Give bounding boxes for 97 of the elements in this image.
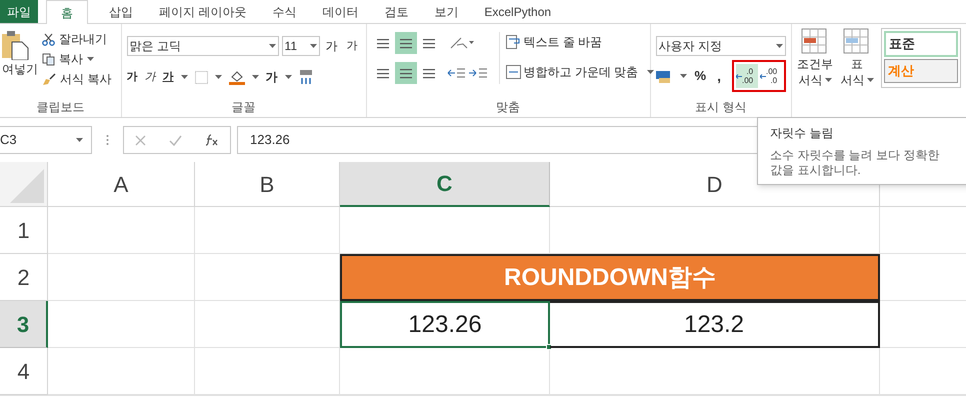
wrap-text-icon <box>506 35 521 49</box>
grid-cell[interactable] <box>195 348 340 395</box>
ribbon-tab[interactable]: ExcelPython <box>471 0 564 23</box>
ribbon-tab[interactable]: 데이터 <box>309 0 372 23</box>
function-icon[interactable] <box>204 134 219 146</box>
scissors-icon <box>42 32 55 46</box>
align-lines-icon <box>422 67 436 79</box>
align-button[interactable] <box>394 62 417 84</box>
arrow-icon <box>760 74 766 78</box>
group-label: 클립보드 <box>36 99 84 116</box>
align-lines-icon <box>376 37 390 49</box>
copy-button[interactable]: 복사 <box>42 50 112 68</box>
indent-icon[interactable] <box>446 67 489 79</box>
percent-button[interactable]: % <box>694 66 706 86</box>
table-grid-icon <box>843 28 871 56</box>
value-cell[interactable]: 123.26 <box>340 301 550 348</box>
align-lines-icon <box>422 37 436 49</box>
column-header[interactable]: B <box>195 162 340 207</box>
row-header[interactable]: 3 <box>0 301 48 348</box>
arrow-icon <box>736 74 742 78</box>
shrink-font-button[interactable]: 가 <box>344 38 361 54</box>
dropdown-caret-icon <box>214 75 222 79</box>
dropdown-caret-icon <box>776 44 783 48</box>
grid-cell[interactable] <box>48 207 195 254</box>
file-tab[interactable]: 파일 <box>0 0 38 23</box>
align-lines-icon <box>398 67 413 79</box>
merge-center-button[interactable]: 병합하고 가운데 맞춤 <box>506 62 654 82</box>
dropdown-caret-icon <box>824 78 832 82</box>
select-all-corner[interactable] <box>0 162 48 207</box>
currency-icon[interactable] <box>656 69 672 83</box>
table-grid-icon <box>801 28 829 56</box>
increase-decimal-button[interactable]: .0 .00 <box>736 64 758 88</box>
grid-cell[interactable] <box>195 207 340 254</box>
cancel-icon[interactable] <box>135 134 146 146</box>
triangle-icon <box>10 169 44 203</box>
row-header[interactable]: 2 <box>0 254 48 301</box>
bold-button[interactable]: 가 <box>126 68 138 86</box>
conditional-format-button[interactable]: 조건부 서식 <box>797 28 833 117</box>
align-lines-icon <box>376 67 390 79</box>
group-label: 표시 형식 <box>695 99 746 116</box>
ribbon-tab[interactable]: 홈 <box>46 0 88 24</box>
orientation-icon[interactable] <box>448 36 475 50</box>
italic-button[interactable]: 가 <box>144 68 156 86</box>
align-button[interactable] <box>394 32 417 54</box>
ribbon-tab[interactable]: 검토 <box>371 0 422 23</box>
align-lines-icon <box>398 37 413 49</box>
group-label: 맞춤 <box>496 99 520 116</box>
dropdown-caret-icon <box>268 44 276 48</box>
underline-button[interactable]: 가 <box>162 68 174 86</box>
dropdown-caret-icon <box>284 75 292 79</box>
dropdown-caret-icon <box>647 70 654 74</box>
value-cell[interactable]: 123.2 <box>550 301 880 348</box>
paste-button[interactable]: 여넣기 <box>0 30 42 97</box>
format-painter-button[interactable]: 서식 복사 <box>42 70 112 88</box>
grid-cell[interactable] <box>48 301 195 348</box>
cut-button[interactable]: 잘라내기 <box>42 30 112 48</box>
dropdown-caret-icon <box>180 75 188 79</box>
dropdown-caret-icon <box>76 138 83 142</box>
checkmark-icon[interactable] <box>168 134 182 146</box>
grid-cell[interactable] <box>340 348 550 395</box>
border-icon[interactable] <box>194 70 208 84</box>
format-table-button[interactable]: 표 서식 <box>839 28 875 117</box>
grid-cell[interactable] <box>195 301 340 348</box>
tooltip-title: 자릿수 늘림 <box>770 125 834 142</box>
comma-button[interactable]: , <box>714 66 724 86</box>
name-box[interactable]: C3 <box>0 126 92 154</box>
dropdown-caret-icon <box>310 44 317 48</box>
dropdown-caret-icon <box>680 74 687 78</box>
number-format-field[interactable]: 사용자 지정 <box>656 36 786 56</box>
column-header[interactable]: C <box>340 162 550 207</box>
row-header[interactable]: 4 <box>0 348 48 395</box>
normal-style[interactable]: 표준 <box>884 31 958 57</box>
dropdown-caret-icon <box>87 57 94 61</box>
paintbrush-icon <box>42 72 56 86</box>
ribbon-tab[interactable]: 페이지 레이아웃 <box>146 0 260 23</box>
copy-icon <box>42 52 55 66</box>
column-header[interactable]: A <box>48 162 195 207</box>
group-label: 글꼴 <box>232 99 256 116</box>
grid-cell[interactable] <box>48 348 195 395</box>
ribbon-tab[interactable]: 삽입 <box>96 0 146 23</box>
dropdown-caret-icon <box>252 75 259 79</box>
font-size-field[interactable]: 11 <box>282 36 320 56</box>
decrease-decimal-button[interactable]: .00 .0 <box>760 64 782 88</box>
ribbon-tab[interactable]: 수식 <box>259 0 310 23</box>
ribbon-tab[interactable]: 보기 <box>421 0 472 23</box>
dropdown-caret-icon <box>866 78 874 82</box>
grid-cell[interactable] <box>550 348 880 395</box>
grow-font-button[interactable]: 가 <box>322 37 341 55</box>
phonetic-icon[interactable] <box>298 69 313 85</box>
fill-color-icon[interactable] <box>228 70 245 84</box>
drag-handle-icon[interactable] <box>106 134 109 146</box>
row-header[interactable]: 1 <box>0 207 48 254</box>
merge-cells-icon <box>506 65 521 79</box>
wrap-text-button[interactable]: 텍스트 줄 바꿈 <box>506 32 654 52</box>
grid-cell[interactable] <box>48 254 195 301</box>
font-name-field[interactable]: 맑은 고딕 <box>126 36 279 56</box>
font-color-button[interactable]: 가 <box>266 68 278 86</box>
